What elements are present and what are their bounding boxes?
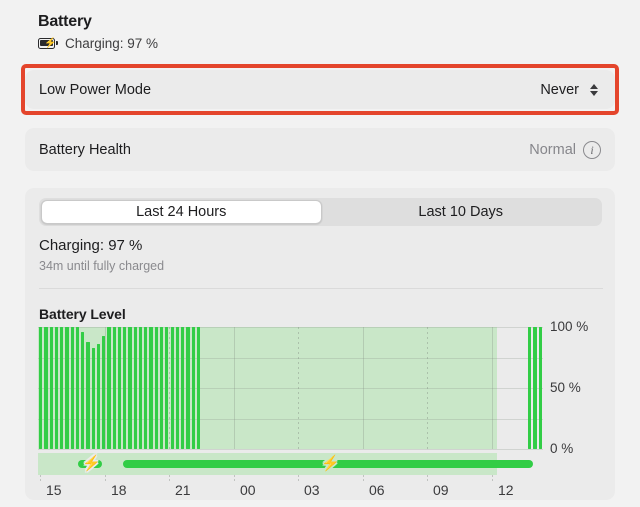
low-power-mode-row[interactable]: Low Power Mode Never: [25, 70, 615, 109]
charging-bolt-icon-2: ⚡: [321, 455, 340, 472]
chart-bar: [181, 327, 185, 449]
chart-bar: [102, 335, 106, 449]
battery-health-row[interactable]: Battery Health Normal i: [25, 128, 615, 171]
gridline-v-06: [363, 327, 364, 449]
gridline-v-00: [234, 327, 235, 449]
x-axis-tick-00: [234, 475, 235, 481]
gridline-v-03: [298, 327, 299, 449]
chart-bar: [112, 327, 116, 449]
chart-bar: [49, 327, 53, 449]
chart-bar: [165, 327, 169, 449]
tab-last-24-hours[interactable]: Last 24 Hours: [41, 200, 322, 224]
chart-bar: [186, 327, 190, 449]
x-axis-label-09: 09: [433, 482, 449, 498]
battery-status-text: Charging: 97 %: [65, 36, 159, 51]
x-axis-label-12: 12: [498, 482, 514, 498]
chart-bar: [44, 327, 48, 449]
chart-bar: [149, 327, 153, 449]
chart-bar: [128, 327, 132, 449]
chart-bar: [154, 327, 158, 449]
chart-plot-area: [38, 327, 543, 450]
y-axis-label-50: 50 %: [550, 380, 581, 395]
x-axis-label-15: 15: [46, 482, 62, 498]
battery-health-value: Normal: [529, 141, 576, 158]
low-power-mode-value: Never: [540, 81, 579, 98]
charging-status-block: Charging: 97 % 34m until fully charged: [39, 236, 164, 275]
chart-bar: [175, 327, 180, 449]
chart-bar: [133, 327, 137, 449]
chart-bar: [170, 327, 174, 449]
low-power-mode-label: Low Power Mode: [39, 81, 152, 98]
battery-level-chart: 100 % 50 % 0 % ⚡ ⚡ 15 18 21 00 03 06 09 12: [38, 320, 603, 503]
chart-bar: [38, 327, 43, 449]
x-axis-label-21: 21: [175, 482, 191, 498]
x-axis-tick-15: [40, 475, 41, 481]
gridline-v-09: [427, 327, 428, 449]
chart-bar: [159, 327, 164, 449]
gridline-v-18: [105, 327, 106, 449]
chart-bar: [65, 327, 69, 449]
gridline-v-21: [169, 327, 170, 449]
x-axis-label-03: 03: [304, 482, 320, 498]
battery-charging-icon: ⚡: [38, 37, 60, 50]
chart-bar: [60, 327, 64, 449]
chart-bar: [196, 327, 201, 449]
page-title: Battery: [38, 13, 92, 30]
chart-bar: [191, 327, 195, 449]
info-circle-icon[interactable]: i: [583, 140, 601, 159]
x-axis-label-18: 18: [111, 482, 127, 498]
chart-bar: [138, 327, 143, 449]
chart-bar: [528, 327, 532, 449]
x-axis-tick-03: [298, 475, 299, 481]
charging-status-sub: 34m until fully charged: [39, 259, 165, 273]
chevron-up-down-icon[interactable]: [586, 79, 601, 101]
x-axis-tick-06: [363, 475, 364, 481]
x-axis-label-00: 00: [240, 482, 256, 498]
battery-health-label: Battery Health: [39, 141, 131, 158]
x-axis-tick-12: [492, 475, 493, 481]
x-axis-tick-18: [105, 475, 106, 481]
y-axis-label-0: 0 %: [550, 441, 574, 456]
chart-bar: [75, 327, 80, 449]
time-range-segmented-control[interactable]: Last 24 Hours Last 10 Days: [39, 198, 602, 226]
chart-x-axis: 15 18 21 00 03 06 09 12: [38, 475, 543, 503]
chart-bar: [96, 344, 101, 449]
x-axis-tick-21: [169, 475, 170, 481]
chart-bar: [70, 327, 74, 449]
x-axis-tick-09: [427, 475, 428, 481]
chart-bar: [117, 327, 122, 449]
chart-bar: [123, 327, 127, 449]
tab-last-10-days[interactable]: Last 10 Days: [322, 200, 601, 224]
panel-divider: [39, 288, 603, 289]
y-axis-label-100: 100 %: [550, 319, 589, 334]
battery-header: Battery ⚡ Charging: 97 %: [38, 12, 598, 52]
chart-bar: [533, 327, 537, 449]
x-axis-label-06: 06: [369, 482, 385, 498]
chart-bar: [91, 347, 95, 449]
charging-status-main: Charging: 97 %: [39, 237, 143, 254]
gridline-h-0: [38, 449, 543, 450]
chart-bar: [54, 327, 59, 449]
chart-bar: [144, 327, 148, 449]
chart-title: Battery Level: [39, 306, 126, 322]
gridline-v-12: [492, 327, 493, 449]
chart-bar: [107, 327, 111, 449]
chart-bar: [538, 327, 542, 449]
chart-bar: [81, 331, 85, 449]
chart-bar: [86, 341, 90, 449]
charging-strip: ⚡ ⚡: [38, 453, 543, 475]
battery-status-line: ⚡ Charging: 97 %: [38, 35, 598, 52]
charging-bolt-icon-1: ⚡: [82, 455, 101, 472]
